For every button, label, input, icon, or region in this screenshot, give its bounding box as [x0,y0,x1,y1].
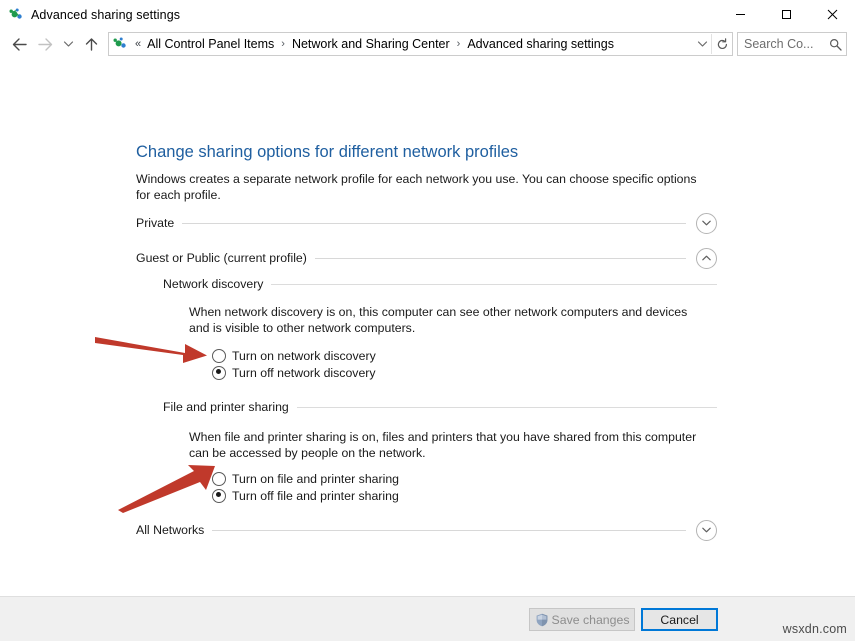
breadcrumb-overflow[interactable]: « [132,38,144,50]
footer-bar: Save changes Cancel wsxdn.com [0,596,855,641]
profile-section-private[interactable]: Private [136,212,717,234]
radio-turn-off-file-and-printer-sharing[interactable]: Turn off file and printer sharing [212,487,399,504]
chevron-up-icon[interactable] [696,247,717,269]
red-arrow-file-printer-sharing [118,465,215,513]
watermark: wsxdn.com [782,622,847,636]
chevron-down-icon[interactable] [696,519,717,541]
chevron-down-icon[interactable] [696,212,717,234]
radio-button[interactable] [212,471,226,486]
radio-turn-on-network-discovery[interactable]: Turn on network discovery [212,347,376,364]
refresh-icon[interactable] [711,34,732,54]
profile-label-guest-or-public: Guest or Public (current profile) [136,251,307,265]
network-sharing-icon [8,7,24,23]
radio-turn-off-network-discovery[interactable]: Turn off network discovery [212,364,376,381]
cancel-label: Cancel [660,612,699,627]
search-input[interactable]: Search Co... [737,32,847,56]
radio-label: Turn on file and printer sharing [232,471,400,486]
subsection-label-file-and-printer-sharing: File and printer sharing [163,400,289,414]
save-changes-button[interactable]: Save changes [529,608,635,631]
close-button[interactable] [809,0,855,29]
breadcrumb-separator[interactable]: › [453,38,465,50]
forward-button[interactable] [32,32,58,56]
page-description: Windows creates a separate network profi… [136,172,697,202]
section-divider [314,257,686,259]
radio-label: Turn on network discovery [232,348,376,363]
network-discovery-description: When network discovery is on, this compu… [189,305,688,335]
uac-shield-icon [535,613,549,627]
address-bar[interactable]: « All Control Panel Items › Network and … [108,32,733,56]
address-network-sharing-icon [112,36,128,52]
minimize-button[interactable] [717,0,763,29]
navigation-bar: « All Control Panel Items › Network and … [0,29,855,59]
window-controls [717,0,855,29]
section-divider [212,529,686,531]
file-and-printer-sharing-radio-group: Turn on file and printer sharing Turn of… [212,470,399,504]
radio-turn-on-file-and-printer-sharing[interactable]: Turn on file and printer sharing [212,470,399,487]
subsection-divider [271,283,717,285]
back-button[interactable] [6,32,32,56]
subsection-file-and-printer-sharing: File and printer sharing [163,399,717,415]
up-button[interactable] [78,32,104,56]
profile-section-guest-or-public[interactable]: Guest or Public (current profile) [136,247,717,269]
save-changes-label: Save changes [551,612,630,627]
profile-label-all-networks: All Networks [136,523,205,537]
cancel-button[interactable]: Cancel [641,608,718,631]
search-placeholder: Search Co... [744,37,814,51]
search-icon[interactable] [824,38,846,51]
title-bar: Advanced sharing settings [0,0,855,29]
subsection-network-discovery: Network discovery [163,276,717,292]
breadcrumb-separator[interactable]: › [277,38,289,50]
radio-label: Turn off network discovery [232,365,376,380]
breadcrumb-item-advanced-sharing-settings[interactable]: Advanced sharing settings [464,37,617,51]
page-title: Change sharing options for different net… [136,143,519,161]
section-divider [182,222,686,224]
breadcrumb: « All Control Panel Items › Network and … [132,37,693,51]
file-and-printer-sharing-description: When file and printer sharing is on, fil… [189,430,697,460]
profile-section-all-networks[interactable]: All Networks [136,519,717,541]
maximize-button[interactable] [763,0,809,29]
radio-button-selected[interactable] [212,488,226,503]
radio-button-selected[interactable] [212,365,226,380]
subsection-divider [296,406,717,408]
content-area: Change sharing options for different net… [0,59,855,625]
breadcrumb-item-network-and-sharing-center[interactable]: Network and Sharing Center [289,37,453,51]
breadcrumb-item-all-control-panel-items[interactable]: All Control Panel Items [144,37,277,51]
profile-label-private: Private [136,216,175,230]
network-discovery-radio-group: Turn on network discovery Turn off netwo… [212,347,376,381]
radio-button[interactable] [212,348,226,363]
subsection-label-network-discovery: Network discovery [163,277,264,291]
chevron-down-icon[interactable] [693,40,711,48]
radio-label: Turn off file and printer sharing [232,488,399,503]
red-arrow-network-discovery [95,337,207,363]
recent-locations-button[interactable] [58,32,78,56]
window-title: Advanced sharing settings [31,7,181,22]
